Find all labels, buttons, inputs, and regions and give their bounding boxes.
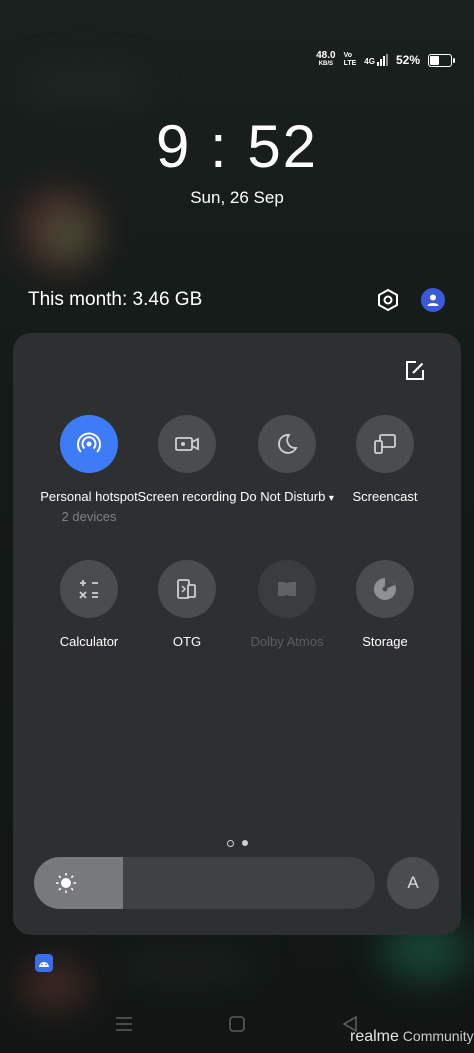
tile-label: OTG xyxy=(172,634,202,649)
tile-otg[interactable]: OTG xyxy=(137,560,237,650)
moon-icon xyxy=(278,434,298,454)
calculator-toggle[interactable] xyxy=(60,560,118,618)
network-type: 4G xyxy=(364,54,388,66)
screencast-toggle[interactable] xyxy=(356,415,414,473)
sun-icon xyxy=(56,873,76,893)
tile-calculator[interactable]: Calculator xyxy=(39,560,139,650)
network-speed: 48.0 KB/S xyxy=(316,50,336,68)
tile-label: Calculator xyxy=(59,634,119,649)
battery-percent: 52% xyxy=(395,53,420,67)
volte-indicator: Vo LTE xyxy=(343,52,357,67)
tile-label: Storage xyxy=(362,634,408,649)
tile-sublabel: 2 devices xyxy=(61,509,117,524)
brightness-slider[interactable] xyxy=(34,857,375,909)
screen-record-icon xyxy=(175,437,199,451)
tile-do-not-disturb[interactable]: Do Not Disturb ▾ xyxy=(235,415,339,507)
menu-icon[interactable] xyxy=(115,1015,133,1033)
tile-label: Do Not Disturb ▾ xyxy=(240,489,334,504)
tile-label: Dolby Atmos xyxy=(250,634,324,649)
edit-icon xyxy=(406,361,424,380)
do-not-disturb-toggle[interactable] xyxy=(258,415,316,473)
edit-button[interactable] xyxy=(403,359,427,383)
screen-recording-toggle[interactable] xyxy=(158,415,216,473)
page-indicator xyxy=(13,840,461,847)
android-icon xyxy=(35,954,53,972)
dolby-atmos-toggle[interactable] xyxy=(258,560,316,618)
tile-personal-hotspot[interactable]: Personal hotspot 2 devices xyxy=(39,415,139,524)
calculator-icon xyxy=(79,580,98,599)
data-usage-label[interactable]: This month: 3.46 GB xyxy=(28,289,202,311)
chevron-down-icon[interactable]: ▾ xyxy=(329,493,334,504)
hexagon-settings-icon xyxy=(378,288,398,312)
tile-screen-recording[interactable]: Screen recording xyxy=(137,415,237,505)
quick-settings-panel: Personal hotspot 2 devices Screen record… xyxy=(13,333,461,935)
hotspot-toggle[interactable] xyxy=(60,415,118,473)
dolby-icon xyxy=(278,582,296,596)
otg-icon xyxy=(177,579,196,599)
signal-icon xyxy=(376,54,388,66)
page-dot[interactable] xyxy=(226,840,234,847)
screencast-icon xyxy=(374,434,396,454)
tile-storage[interactable]: Storage xyxy=(335,560,435,650)
page-dot-active[interactable] xyxy=(241,840,248,846)
clock: 9 : 52 xyxy=(155,113,319,180)
tile-screencast[interactable]: Screencast xyxy=(335,415,435,505)
date: Sun, 26 Sep xyxy=(190,188,284,207)
watermark: realme Community xyxy=(350,1028,474,1045)
storage-icon xyxy=(374,578,396,600)
user-avatar-button[interactable] xyxy=(421,288,445,312)
otg-toggle[interactable] xyxy=(158,560,216,618)
storage-toggle[interactable] xyxy=(356,560,414,618)
auto-brightness-button[interactable]: A xyxy=(387,857,439,909)
user-avatar-icon xyxy=(427,294,439,306)
tile-dolby-atmos[interactable]: Dolby Atmos xyxy=(237,560,337,650)
hotspot-icon xyxy=(77,432,101,453)
tile-label: Screen recording xyxy=(137,489,237,504)
home-icon[interactable] xyxy=(228,1015,246,1033)
settings-button[interactable] xyxy=(374,286,402,314)
battery-icon xyxy=(428,53,455,67)
tile-label: Personal hotspot xyxy=(40,489,138,504)
brightness-level xyxy=(34,857,123,909)
status-bar: 48.0 KB/S Vo LTE 4G 52% xyxy=(316,48,455,72)
tile-label: Screencast xyxy=(352,489,418,504)
